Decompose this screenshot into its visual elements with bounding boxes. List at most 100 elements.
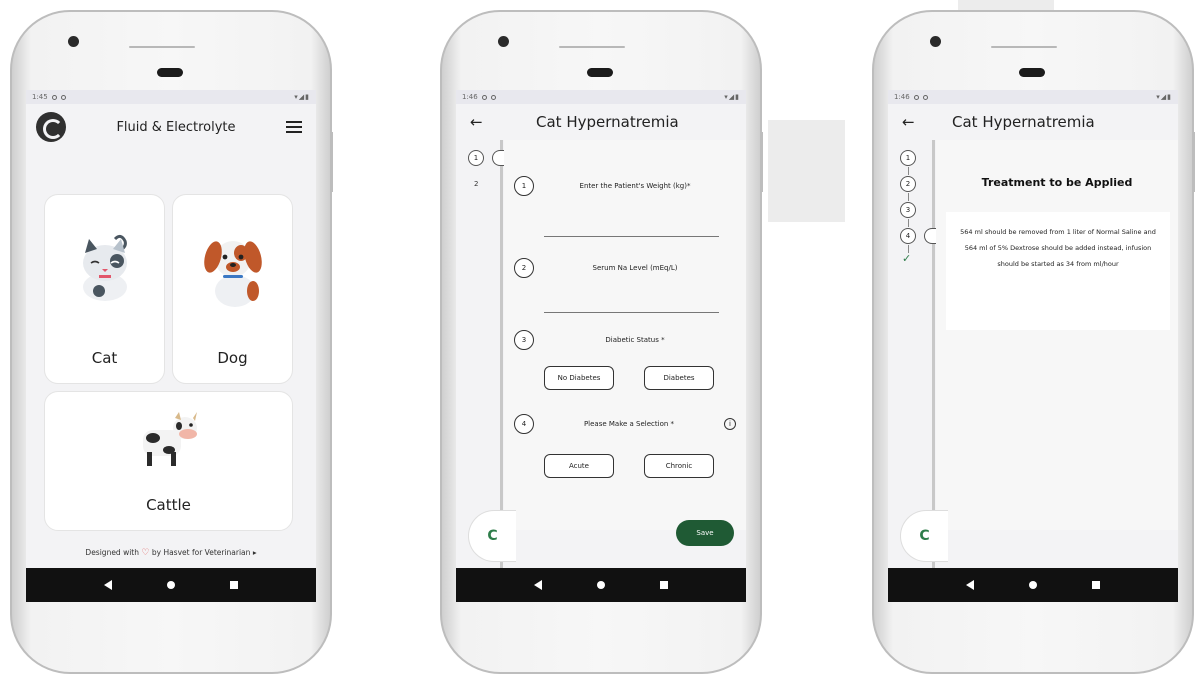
option-chronic-button[interactable]: Chronic [644,454,714,478]
earpiece [559,46,625,48]
form-screen: 1:46 ▾◢▮ ← Cat Hypernatremia 1 2 1 Enter… [456,90,746,602]
nav-recents-icon[interactable] [230,581,239,589]
dog-icon [204,241,262,307]
nav-recents-icon[interactable] [660,581,669,589]
phone-form: 1:46 ▾◢▮ ← Cat Hypernatremia 1 2 1 Enter… [440,10,763,674]
treatment-card: 564 ml should be removed from 1 liter of… [946,212,1170,330]
step-connector [908,193,909,201]
cow-icon [143,412,197,466]
back-arrow-icon[interactable]: ← [902,113,922,131]
step-indicator[interactable]: 3 [900,202,916,218]
phone-result: 1:46 ▾◢▮ ← Cat Hypernatremia 1 2 3 4 ✓ T… [872,10,1195,674]
signal-battery-icon: ▾◢▮ [1156,93,1172,101]
notification-icon [913,94,919,100]
step-indicator[interactable]: 2 [900,176,916,192]
step-connector [908,219,909,227]
status-bar: 1:46 ▾◢▮ [456,90,746,104]
android-nav-bar [26,568,316,602]
app-header: Fluid & Electrolyte [26,104,316,150]
result-panel: Treatment to be Applied 564 ml should be… [936,140,1178,530]
step-indicator-partial [924,228,936,244]
page-title: Cat Hypernatremia [536,113,679,131]
app-bar: ← Cat Hypernatremia [888,104,1178,140]
back-arrow-icon[interactable]: ← [470,113,490,131]
home-screen: 1:45 ▾◢▮ Fluid & Electrolyte Cat Dog Cat… [26,90,316,602]
animal-card-cat[interactable]: Cat [44,194,165,384]
question-label: Please Make a Selection * [583,420,675,428]
front-camera [68,36,79,47]
option-acute-button[interactable]: Acute [544,454,614,478]
question-number: 4 [514,414,534,434]
question-row: 2 Serum Na Level (mEq/L) [514,258,736,278]
app-bar: ← Cat Hypernatremia [456,104,746,140]
background-panel [768,120,845,222]
side-button [760,132,763,192]
play-icon: ▸ [252,548,257,557]
option-no-diabetes-button[interactable]: No Diabetes [544,366,614,390]
notification-icon [51,94,57,100]
status-bar: 1:45 ▾◢▮ [26,90,316,104]
form-panel: 1 Enter the Patient's Weight (kg)* 2 Ser… [504,140,746,546]
animal-label: Cattle [146,496,191,514]
refresh-icon[interactable]: C [900,510,948,562]
android-nav-bar [888,568,1178,602]
cat-icon [83,234,127,301]
step-indicator[interactable]: 4 [900,228,916,244]
signal-battery-icon: ▾◢▮ [724,93,740,101]
animal-label: Dog [217,349,248,367]
step-indicator[interactable]: 1 [900,150,916,166]
nav-home-icon[interactable] [596,581,605,589]
footer-credit: Designed with ♡ by Hasvet for Veterinari… [26,548,316,558]
nav-back-icon[interactable] [533,580,542,590]
nav-recents-icon[interactable] [1092,581,1101,589]
app-logo-icon [36,112,66,142]
phone-home: 1:45 ▾◢▮ Fluid & Electrolyte Cat Dog Cat… [10,10,333,674]
side-button [330,132,333,192]
front-camera [930,36,941,47]
refresh-icon[interactable]: C [468,510,516,562]
question-label: Serum Na Level (mEq/L) [592,264,678,272]
android-nav-bar [456,568,746,602]
notification-icon [490,94,496,100]
nav-back-icon[interactable] [103,580,112,590]
menu-icon[interactable] [286,121,302,133]
step-connector [908,167,909,175]
speaker [1019,68,1045,77]
status-time: 1:45 [32,93,48,101]
info-icon[interactable]: i [724,418,736,430]
step-indicator[interactable]: 1 [468,150,484,166]
notification-icon [60,94,66,100]
option-diabetes-button[interactable]: Diabetes [644,366,714,390]
notification-icon [481,94,487,100]
step-indicator-partial [492,150,504,166]
step-label: 2 [474,180,479,188]
speaker [587,68,613,77]
animal-card-cattle[interactable]: Cattle [44,391,293,531]
question-number: 3 [514,330,534,350]
question-row: 4 Please Make a Selection * i [514,414,736,434]
nav-back-icon[interactable] [965,580,974,590]
signal-battery-icon: ▾◢▮ [294,93,310,101]
nav-home-icon[interactable] [166,581,175,589]
heart-icon: ♡ [141,548,150,558]
question-label: Enter the Patient's Weight (kg)* [579,182,691,190]
side-button [1192,132,1195,192]
footer-prefix: Designed with [85,548,139,557]
front-camera [498,36,509,47]
page-title: Cat Hypernatremia [952,113,1095,131]
serum-na-input[interactable] [544,312,719,313]
earpiece [129,46,195,48]
question-row: 3 Diabetic Status * [514,330,736,350]
speaker [157,68,183,77]
save-button[interactable]: Save [676,520,734,546]
check-icon: ✓ [902,252,912,265]
earpiece [991,46,1057,48]
nav-home-icon[interactable] [1028,581,1037,589]
question-number: 1 [514,176,534,196]
animal-card-dog[interactable]: Dog [172,194,293,384]
weight-input[interactable] [544,236,719,237]
status-bar: 1:46 ▾◢▮ [888,90,1178,104]
treatment-title: Treatment to be Applied [981,176,1133,189]
status-time: 1:46 [894,93,910,101]
animal-label: Cat [91,349,118,367]
